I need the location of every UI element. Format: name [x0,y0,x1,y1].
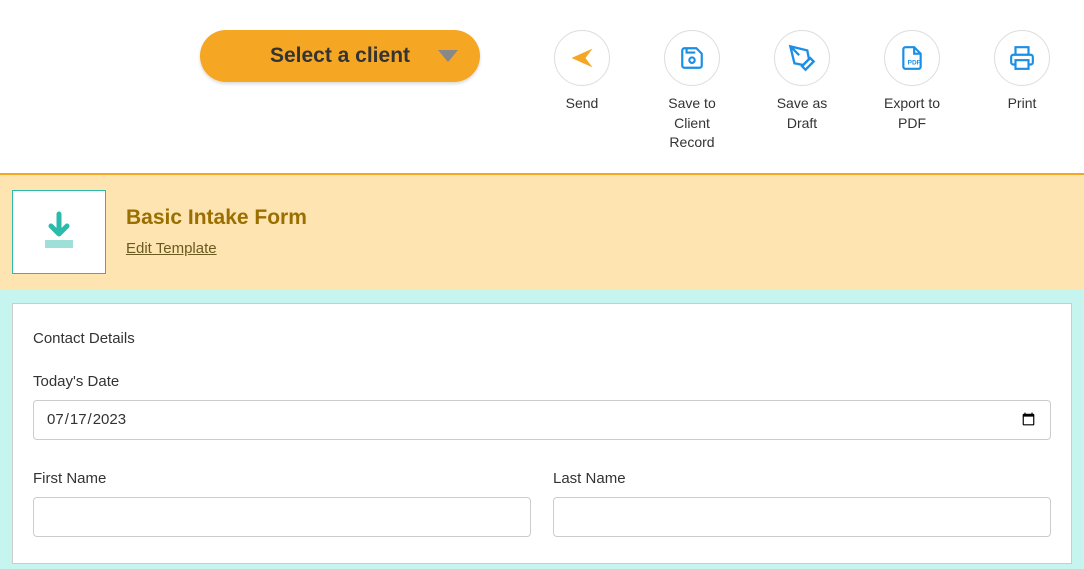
draft-icon [774,30,830,86]
export-pdf-button[interactable]: PDF Export to PDF [870,30,954,133]
print-icon [994,30,1050,86]
save-as-draft-button[interactable]: Save as Draft [760,30,844,133]
download-icon [35,208,83,256]
first-name-label: First Name [33,470,531,487]
send-label: Send [566,94,599,114]
export-pdf-label: Export to PDF [870,94,954,133]
form-title: Basic Intake Form [126,206,307,230]
action-toolbar: Send Save to Client Record Save as D [540,30,1064,153]
date-label: Today's Date [33,373,1051,390]
edit-template-link[interactable]: Edit Template [126,240,307,257]
first-name-group: First Name [33,470,531,537]
svg-text:PDF: PDF [908,60,921,67]
save-record-label: Save to Client Record [650,94,734,153]
first-name-input[interactable] [33,497,531,537]
form-header-text: Basic Intake Form Edit Template [126,206,307,257]
name-row: First Name Last Name [33,470,1051,537]
date-field-group: Today's Date [33,373,1051,440]
print-button[interactable]: Print [980,30,1064,114]
section-title: Contact Details [33,330,1051,347]
form-header-bar: Basic Intake Form Edit Template [0,173,1084,289]
send-button[interactable]: Send [540,30,624,114]
form-panel: Contact Details Today's Date First Name … [12,303,1072,564]
last-name-label: Last Name [553,470,1051,487]
save-draft-label: Save as Draft [760,94,844,133]
last-name-group: Last Name [553,470,1051,537]
pdf-icon: PDF [884,30,940,86]
top-bar: Select a client Send Save to Client Reco… [0,0,1084,173]
last-name-input[interactable] [553,497,1051,537]
form-container: Contact Details Today's Date First Name … [0,289,1084,569]
client-select-label: Select a client [270,44,410,68]
send-icon [554,30,610,86]
form-type-icon-box [12,190,106,274]
client-select-dropdown[interactable]: Select a client [200,30,480,82]
date-input[interactable] [33,400,1051,440]
save-to-client-record-button[interactable]: Save to Client Record [650,30,734,153]
save-icon [664,30,720,86]
print-label: Print [1008,94,1037,114]
chevron-down-icon [438,50,458,62]
